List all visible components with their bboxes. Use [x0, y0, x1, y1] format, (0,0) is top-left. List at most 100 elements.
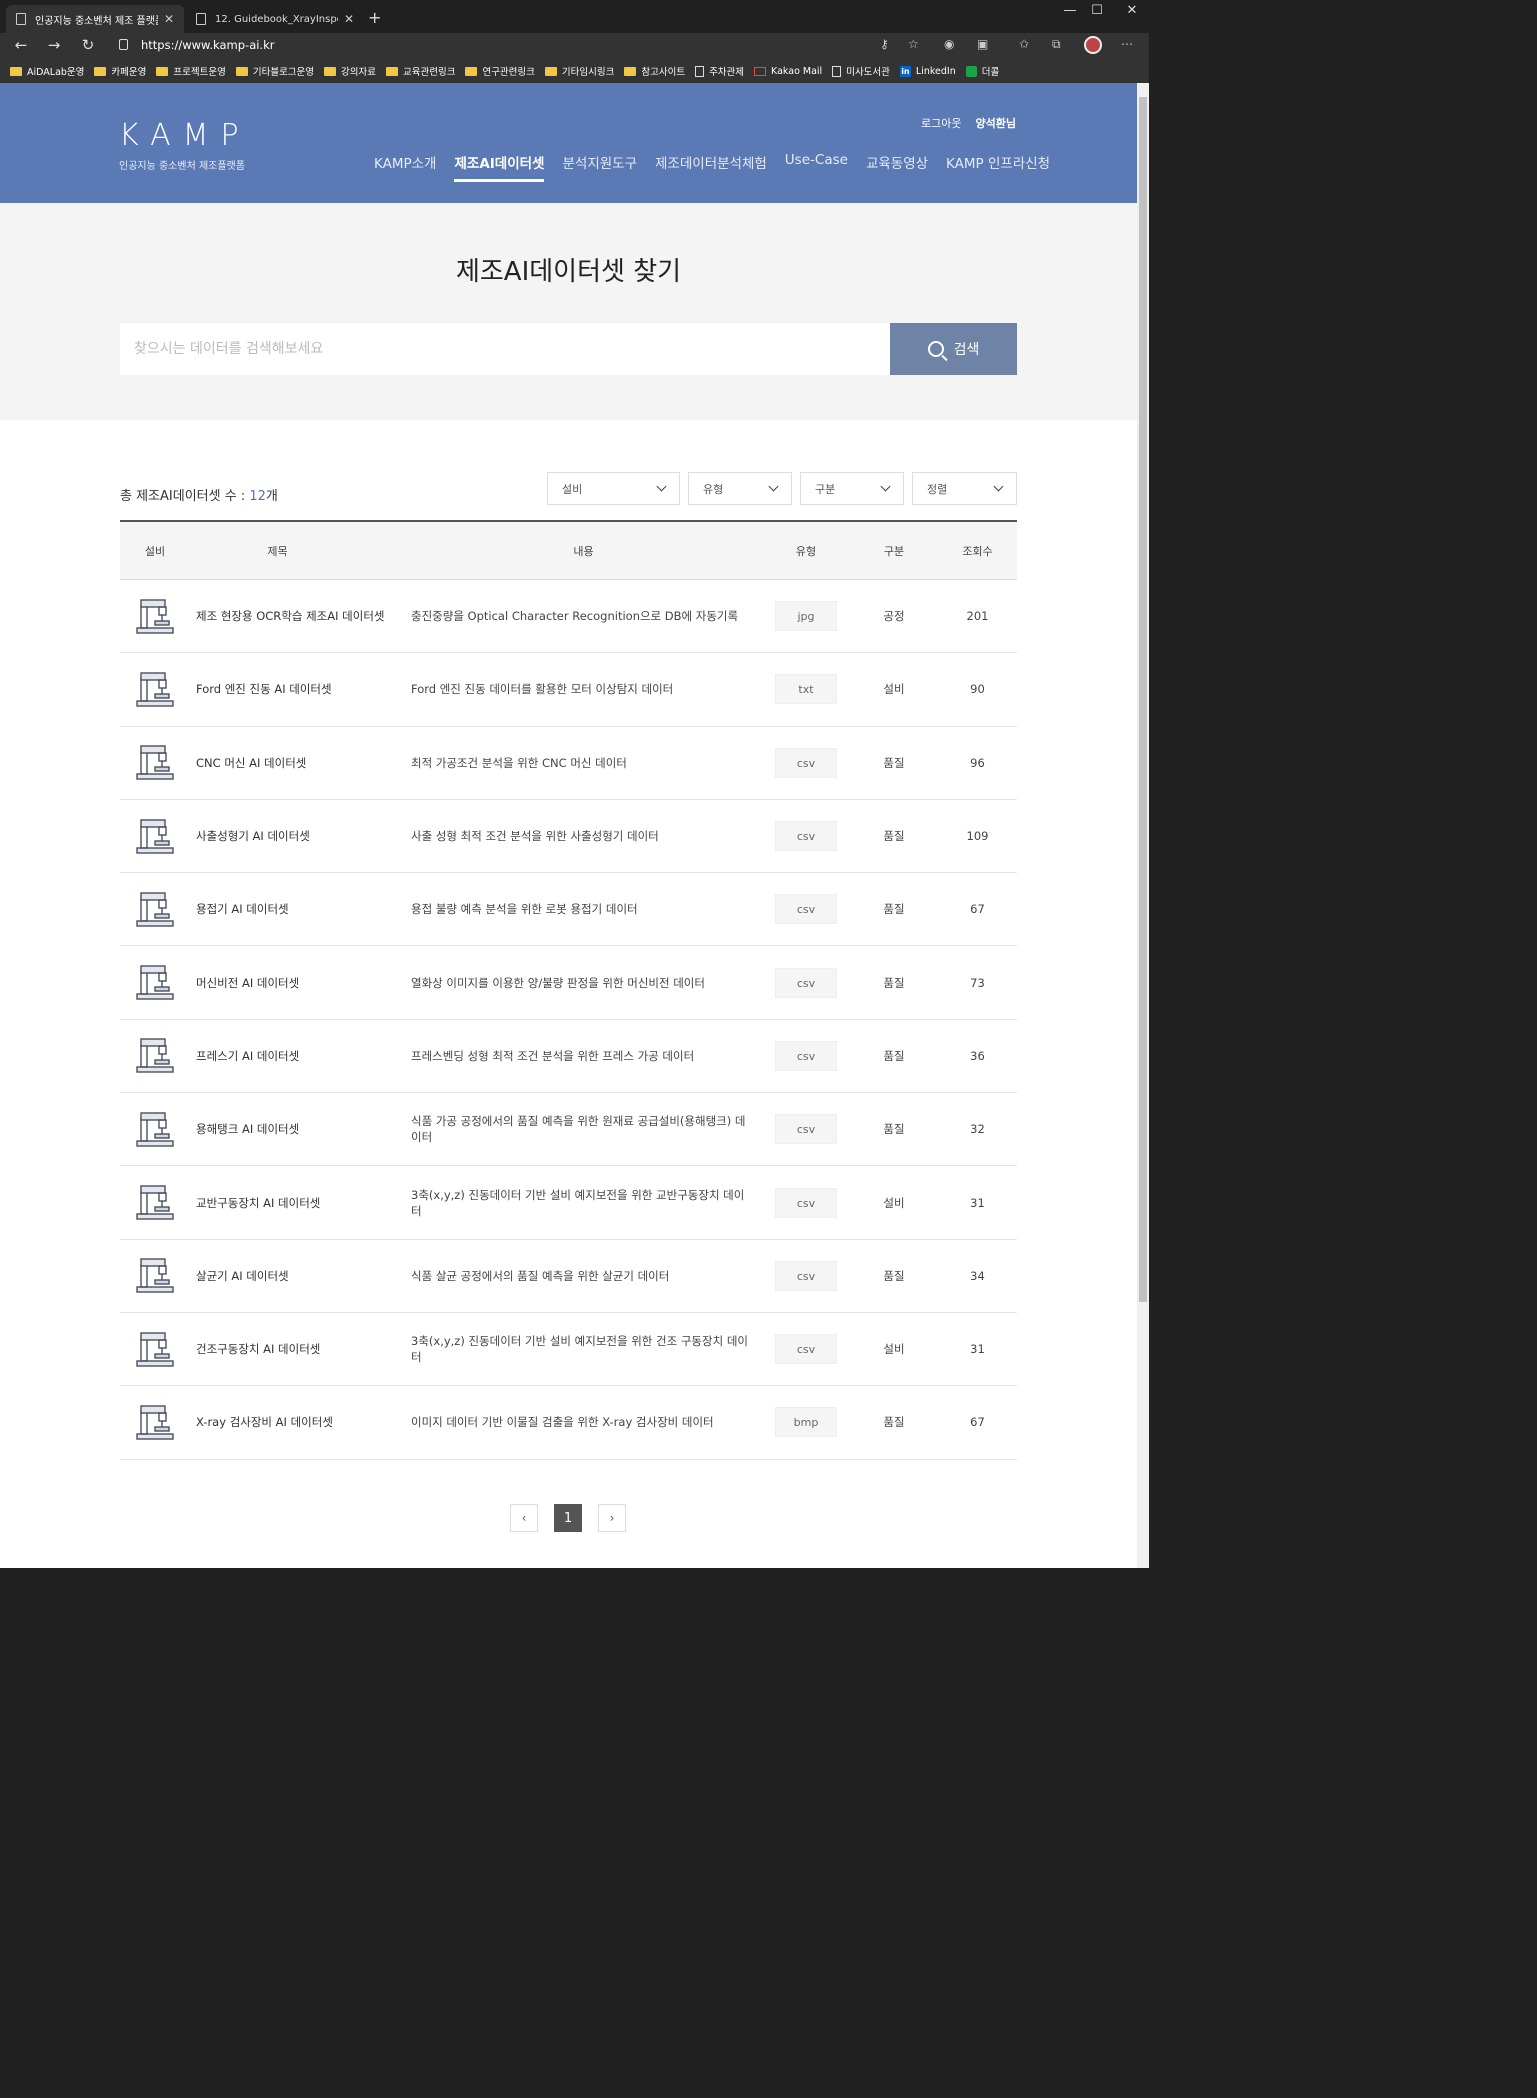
search-input[interactable] — [120, 323, 890, 375]
dataset-title[interactable]: 머신비전 AI 데이터셋 — [190, 975, 405, 991]
maximize-icon[interactable]: ☐ — [1082, 3, 1112, 18]
table-row[interactable]: 프레스기 AI 데이터셋 프레스벤딩 성형 최적 조건 분석을 위한 프레스 가공… — [120, 1020, 1017, 1094]
profile-avatar[interactable] — [1084, 36, 1102, 54]
bookmark-item[interactable]: 기타블로그운영 — [235, 64, 314, 78]
count-value: 12 — [249, 489, 266, 504]
table-row[interactable]: 용접기 AI 데이터셋 용접 불량 예측 분석을 위한 로봇 용접기 데이터 csv… — [120, 873, 1017, 947]
table-row[interactable]: 살균기 AI 데이터셋 식품 살균 공정에서의 품질 예측을 위한 살균기 데이터… — [120, 1240, 1017, 1313]
collections-icon[interactable]: ⧉ — [1052, 37, 1061, 52]
logout-link[interactable]: 로그아웃 — [921, 115, 961, 131]
table-row[interactable]: X-ray 검사장비 AI 데이터셋 이미지 데이터 기반 이물질 검출을 위한 … — [120, 1386, 1017, 1460]
table-row[interactable]: 머신비전 AI 데이터셋 열화상 이미지를 이용한 양/불량 판정을 위한 머신비… — [120, 946, 1017, 1020]
tab-kamp[interactable]: 인공지능 중소벤처 제조 플랫폼 ✕ — [6, 5, 184, 33]
nav-item-videos[interactable]: 교육동영상 — [866, 152, 928, 182]
back-icon[interactable]: ← — [11, 36, 31, 54]
column-header: 내용 — [573, 544, 594, 558]
user-name[interactable]: 양석환님 — [976, 115, 1016, 131]
page-1-button[interactable]: 1 — [554, 1504, 582, 1532]
extension-icon[interactable]: ◉ — [944, 37, 954, 51]
table-row[interactable]: 용해탱크 AI 데이터셋 식품 가공 공정에서의 품질 예측을 위한 원재료 공급… — [120, 1093, 1017, 1167]
minimize-icon[interactable]: — — [1055, 3, 1085, 18]
nav-item-tools[interactable]: 분석지원도구 — [562, 152, 637, 182]
nav-item-infra[interactable]: KAMP 인프라신청 — [946, 152, 1050, 182]
dataset-title[interactable]: 제조 현장용 OCR학습 제조AI 데이터셋 — [190, 608, 405, 624]
kamp-logo[interactable]: KAMP 인공지능 중소벤처 제조플랫폼 — [119, 121, 251, 173]
star-icon[interactable]: ☆ — [908, 37, 919, 51]
search-button[interactable]: 검색 — [890, 323, 1017, 375]
url-field[interactable]: https://www.kamp-ai.kr — [141, 38, 274, 52]
next-page-button[interactable]: › — [598, 1504, 626, 1532]
column-header: 제목 — [267, 544, 288, 558]
dataset-table: 설비 제목 내용 유형 구분 조회수 제조 현장용 OCR학습 제조AI 데이터… — [120, 520, 1017, 1460]
press-machine-icon — [133, 1033, 177, 1078]
close-window-icon[interactable]: ✕ — [1117, 3, 1147, 18]
dataset-title[interactable]: 건조구동장치 AI 데이터셋 — [190, 1341, 405, 1357]
dataset-title[interactable]: 용접기 AI 데이터셋 — [190, 901, 405, 917]
nav-item-datasets[interactable]: 제조AI데이터셋 — [454, 152, 545, 182]
favorites-icon[interactable]: ✩ — [1019, 37, 1029, 51]
prev-page-button[interactable]: ‹ — [510, 1504, 538, 1532]
table-row[interactable]: 사출성형기 AI 데이터셋 사출 성형 최적 조건 분석을 위한 사출성형기 데이… — [120, 800, 1017, 874]
type-cell: csv — [762, 1114, 850, 1145]
bookmark-item[interactable]: AiDALab운영 — [10, 64, 84, 78]
more-icon[interactable]: ⋯ — [1121, 37, 1133, 51]
table-row[interactable]: CNC 머신 AI 데이터셋 최적 가공조건 분석을 위한 CNC 머신 데이터 c… — [120, 727, 1017, 800]
dataset-title[interactable]: 용해탱크 AI 데이터셋 — [190, 1121, 405, 1137]
table-row[interactable]: 교반구동장치 AI 데이터셋 3축(x,y,z) 진동데이터 기반 설비 예지보전… — [120, 1166, 1017, 1240]
table-row[interactable]: 제조 현장용 OCR학습 제조AI 데이터셋 충진중량을 Optical Char… — [120, 580, 1017, 654]
category-cell: 품질 — [883, 1122, 905, 1137]
dataset-title[interactable]: 교반구동장치 AI 데이터셋 — [190, 1195, 405, 1211]
injection-molder-icon — [133, 814, 177, 859]
scrollbar-thumb[interactable] — [1139, 97, 1147, 1302]
dataset-title[interactable]: Ford 엔진 진동 AI 데이터셋 — [190, 681, 405, 697]
dataset-title[interactable]: 살균기 AI 데이터셋 — [190, 1268, 405, 1284]
filter-sort[interactable]: 정렬 — [912, 472, 1017, 505]
nav-item-analysis[interactable]: 제조데이터분석체험 — [655, 152, 767, 182]
lock-icon[interactable] — [119, 39, 128, 50]
bookmark-item[interactable]: Kakao Mail — [754, 66, 822, 77]
category-cell: 설비 — [883, 682, 905, 697]
views-cell: 96 — [970, 755, 985, 770]
close-tab-icon[interactable]: ✕ — [164, 12, 174, 26]
logo-subtitle: 인공지능 중소벤처 제조플랫폼 — [119, 161, 245, 172]
extension-icon[interactable]: ▣ — [977, 37, 988, 51]
chevron-down-icon — [880, 481, 891, 492]
tab-guidebook[interactable]: 12. Guidebook_XrayInspection.p ✕ — [186, 5, 364, 33]
filter-category[interactable]: 구분 — [800, 472, 904, 505]
type-cell: csv — [762, 1260, 850, 1291]
bookmark-item[interactable]: 참고사이트 — [624, 64, 685, 78]
forward-icon[interactable]: → — [44, 36, 64, 54]
bookmark-item[interactable]: 프로젝트운영 — [156, 64, 226, 78]
folder-icon — [156, 66, 169, 76]
tab-bar: 인공지능 중소벤처 제조 플랫폼 ✕ 12. Guidebook_XrayIns… — [0, 0, 1149, 33]
category-cell: 품질 — [883, 1268, 905, 1283]
bookmark-item[interactable]: 연구관련링크 — [465, 64, 535, 78]
filter-equipment[interactable]: 설비 — [547, 472, 680, 505]
nav-item-about[interactable]: KAMP소개 — [374, 152, 436, 182]
type-badge: csv — [775, 747, 837, 778]
key-icon[interactable]: ⚷ — [880, 37, 889, 51]
bookmark-item[interactable]: 강의자료 — [324, 64, 376, 78]
close-tab-icon[interactable]: ✕ — [344, 12, 354, 26]
bookmark-item[interactable]: in LinkedIn — [899, 65, 956, 77]
dataset-title[interactable]: 프레스기 AI 데이터셋 — [190, 1048, 405, 1064]
dataset-title[interactable]: CNC 머신 AI 데이터셋 — [190, 755, 405, 771]
bookmark-item[interactable]: 더콜 — [965, 64, 999, 78]
refresh-icon[interactable]: ↻ — [78, 36, 98, 54]
dataset-title[interactable]: X-ray 검사장비 AI 데이터셋 — [190, 1414, 405, 1430]
bookmark-item[interactable]: 기타임시링크 — [544, 64, 614, 78]
table-row[interactable]: Ford 엔진 진동 AI 데이터셋 Ford 엔진 진동 데이터를 활용한 모터… — [120, 653, 1017, 727]
nav-item-usecase[interactable]: Use-Case — [785, 152, 848, 182]
new-tab-icon[interactable]: + — [368, 8, 381, 27]
bookmark-item[interactable]: 주차관제 — [695, 64, 744, 78]
table-row[interactable]: 건조구동장치 AI 데이터셋 3축(x,y,z) 진동데이터 기반 설비 예지보전… — [120, 1313, 1017, 1387]
xray-inspection-icon — [133, 1400, 177, 1445]
scrollbar[interactable] — [1137, 83, 1149, 1568]
bookmark-item[interactable]: 교육관련링크 — [386, 64, 455, 78]
bookmark-item[interactable]: 카페운영 — [94, 64, 146, 78]
agitator-drive-icon — [133, 1180, 177, 1225]
views-cell: 34 — [970, 1268, 985, 1283]
dataset-title[interactable]: 사출성형기 AI 데이터셋 — [190, 828, 405, 844]
filter-type[interactable]: 유형 — [688, 472, 792, 505]
bookmark-item[interactable]: 미사도서관 — [832, 64, 890, 78]
